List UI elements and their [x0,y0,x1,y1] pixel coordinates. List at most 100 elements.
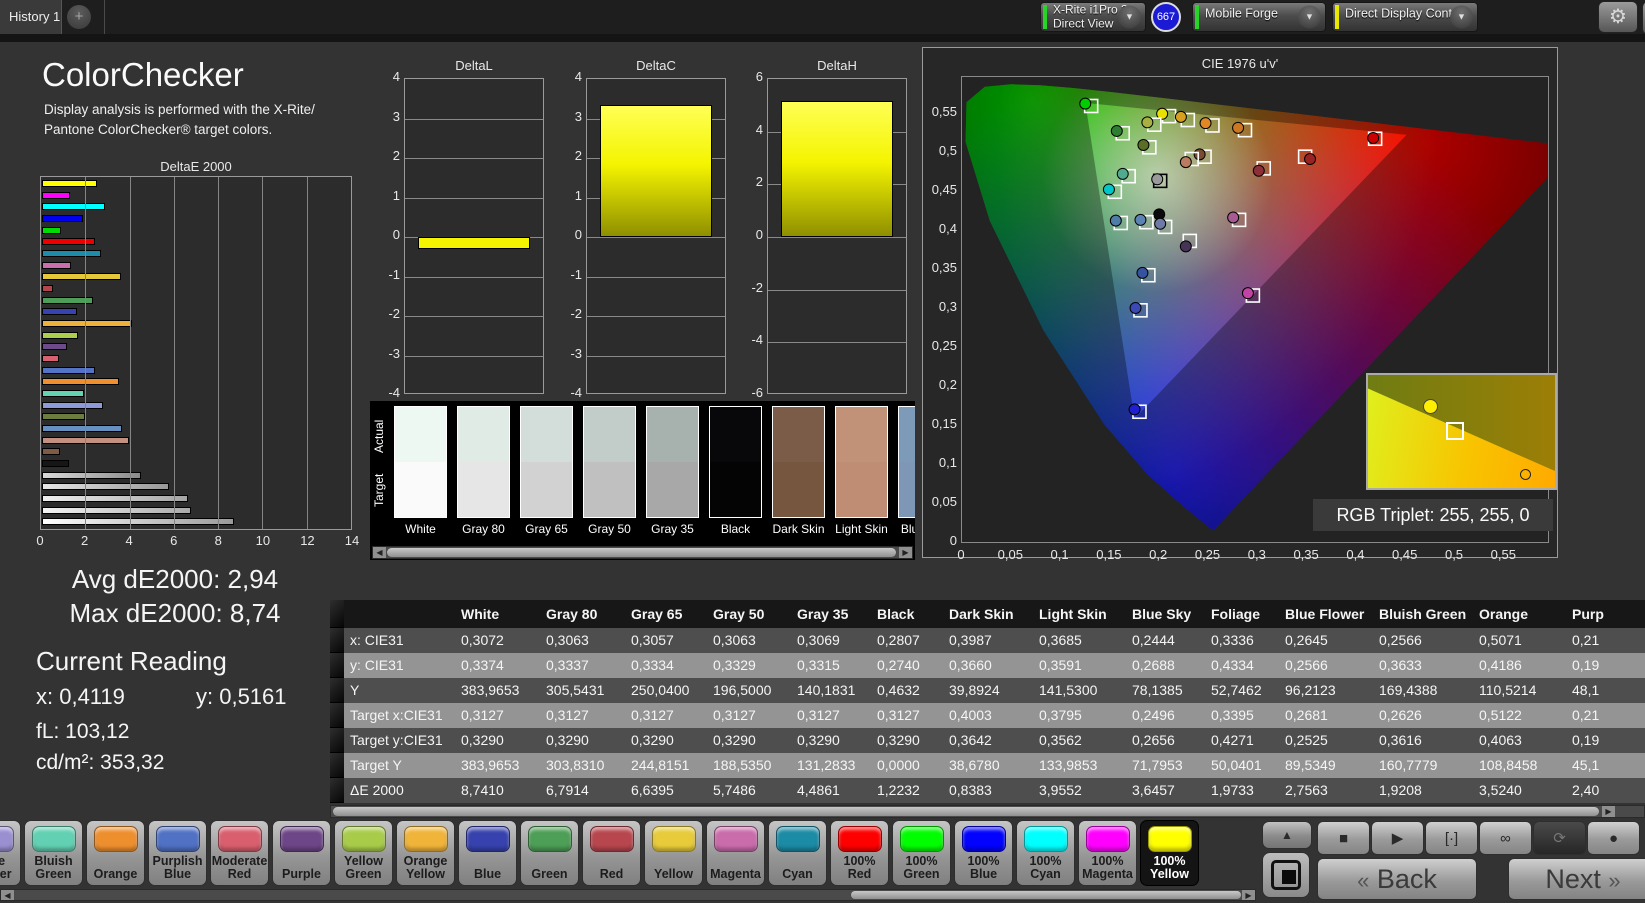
table-cell: 0,2807 [877,632,920,648]
row-label: Target x:CIE31 [350,707,443,723]
deltae-bar-gray-35 [42,471,141,479]
stop-pattern-button[interactable] [1262,852,1310,898]
patch-button-100-blue[interactable]: 100% Blue [954,820,1013,886]
deltae-bar-blue [42,308,78,316]
patch-label: Purple [282,866,321,881]
axis-tick-label: 0,25 [1194,547,1221,562]
record-button[interactable]: ● [1587,821,1640,855]
table-cell: 48,1 [1572,682,1600,698]
scroll-right-icon[interactable]: ▶ [899,547,912,558]
top-bar: History 1 + X-Rite i1Pro 3 Direct View ▼… [0,0,1645,35]
add-tab-button[interactable]: + [67,5,91,29]
patch-button-green[interactable]: Green [520,820,579,886]
patch-button-orange-yellow[interactable]: Orange Yellow [396,820,455,886]
patch-button-purple[interactable]: Purple [272,820,331,886]
table-cell: 3,5240 [1479,782,1522,798]
source-dropdown[interactable]: Mobile Forge ▼ [1192,2,1326,32]
swatch-black: Black [709,406,762,536]
axis-tick-label: 1 [574,187,582,203]
patch-button-yellow-green[interactable]: Yellow Green [334,820,393,886]
patch-button-100-red[interactable]: 100% Red [830,820,889,886]
table-cell: 383,9653 [461,682,520,698]
scroll-right-icon[interactable]: ▶ [1242,890,1255,900]
scroll-right-icon[interactable]: ▶ [1602,806,1615,817]
patch-button-purplish-blue[interactable]: Purplish Blue [148,820,207,886]
patch-label: Cyan [782,866,813,881]
play-button[interactable]: ▶ [1371,821,1424,855]
axis-tick-label: 0,15 [1096,547,1122,562]
table-cell: 6,7914 [546,782,589,798]
scroll-left-icon[interactable]: ◀ [1,890,14,900]
source-status-stripe [1195,5,1199,29]
patch-button-yellow[interactable]: Yellow [644,820,703,886]
scroll-up-button[interactable]: ▲ [1262,821,1312,849]
table-scrollbar[interactable]: ▶ [330,805,1645,818]
control-name: Direct Display Control [1345,6,1466,21]
tab-history-1[interactable]: History 1 [0,0,62,34]
patch-button-red[interactable]: Red [582,820,641,886]
table-cell: 0,3616 [1379,732,1422,748]
patch-scrollbar[interactable]: ◀ ▶ [0,889,1256,901]
axis-tick-label: -4 [751,332,763,348]
swatch-target [395,462,446,517]
next-button[interactable]: Next » [1508,858,1645,900]
table-cell: 250,0400 [631,682,690,698]
patch-button-bluish-green[interactable]: Bluish Green [24,820,83,886]
control-dropdown[interactable]: Direct Display Control ▼ [1332,2,1478,32]
scrollbar-thumb[interactable] [851,891,1241,899]
axis-tick-label: -3 [388,345,400,361]
patch-button-100-green[interactable]: 100% Green [892,820,951,886]
chevron-down-icon[interactable]: ▼ [1298,5,1321,29]
table-cell: 6,6395 [631,782,674,798]
scrollbar-thumb[interactable] [333,807,1599,816]
patch-button-100-yellow[interactable]: 100% Yellow [1140,820,1199,886]
patch-button-moderate-red[interactable]: Moderate Red [210,820,269,886]
axis-tick-label: 0,35 [1293,547,1319,562]
stop-button[interactable]: ■ [1317,821,1370,855]
patch-button-blue-flower[interactable]: Blue Flower [0,820,21,886]
refresh-button[interactable]: ⟳ [1533,821,1586,855]
table-edge-cell [330,778,344,803]
axis-tick-label: 12 [300,533,315,548]
swatch-light-skin: Light Skin [835,406,888,536]
chevron-down-icon[interactable]: ▼ [1450,5,1473,29]
patch-button-orange[interactable]: Orange [86,820,145,886]
step-range-button[interactable]: [·] [1425,821,1478,855]
patch-button-magenta[interactable]: Magenta [706,820,765,886]
deltae-bar-gray-65 [42,495,189,503]
gridline [405,316,543,317]
axis-tick-label: -6 [751,385,763,400]
swatch-target [584,462,635,517]
patch-button-100-cyan[interactable]: 100% Cyan [1016,820,1075,886]
deltae-bars [42,180,350,528]
axis-tick-label: 3 [392,108,400,124]
back-button[interactable]: « Back [1317,858,1477,900]
axis-tick-label: 0 [949,533,957,548]
axis-tick-label: -2 [751,279,763,295]
cie-measured-point [1141,116,1154,129]
meter-dropdown[interactable]: X-Rite i1Pro 3 Direct View ▼ [1040,2,1146,32]
axis-tick-label: -4 [388,385,400,400]
swatch-scrollbar[interactable]: ◀ ▶ [372,546,913,559]
chevron-down-icon[interactable]: ▼ [1118,5,1141,29]
patch-button-blue[interactable]: Blue [458,820,517,886]
axis-tick-label: 0,05 [997,547,1023,562]
patch-color-swatch [527,826,572,852]
patch-color-swatch [31,826,76,852]
patch-button-cyan[interactable]: Cyan [768,820,827,886]
table-cell: 244,8151 [631,757,690,773]
swatch-label: White [405,522,436,536]
patch-color-swatch [775,826,820,852]
loop-button[interactable]: ∞ [1479,821,1532,855]
scrollbar-thumb[interactable] [387,548,896,557]
swatch-label: Gray 35 [651,522,694,536]
table-cell: 3,6457 [1132,782,1175,798]
table-cell: 0,3329 [713,657,756,673]
patch-color-swatch [1023,826,1068,852]
patch-button-100-magenta[interactable]: 100% Magenta [1078,820,1137,886]
table-cell: 0,19 [1572,732,1600,748]
scroll-left-icon[interactable]: ◀ [373,547,386,558]
gear-icon[interactable]: ⚙ [1598,1,1638,33]
table-cell: 0,2444 [1132,632,1175,648]
table-cell: 0,3290 [713,732,756,748]
